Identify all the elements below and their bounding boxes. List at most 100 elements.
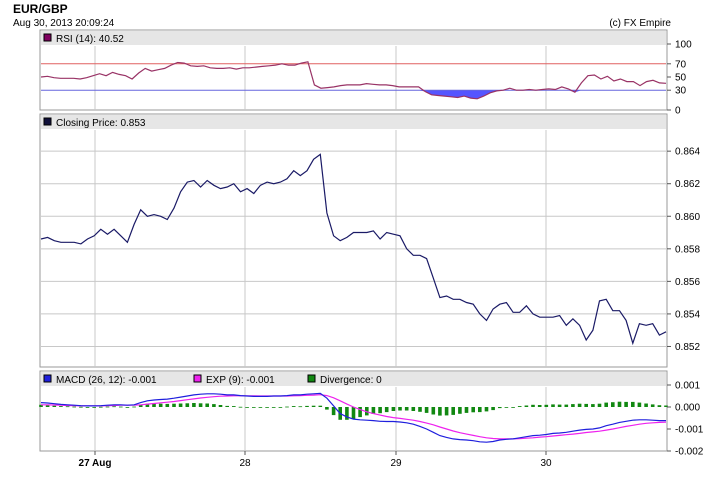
divergence-bar [192,403,196,407]
divergence-bar [584,403,588,407]
divergence-bar [291,406,296,407]
divergence-bar [458,407,462,414]
divergence-bar [79,406,83,408]
macd-tick-label: -0.001 [675,425,704,436]
divergence-bar [551,404,555,407]
divergence-bar [92,407,96,408]
divergence-bar [99,406,103,408]
macd-tick-label: -0.002 [675,447,704,458]
divergence-legend-label: Divergence: 0 [320,375,382,386]
divergence-bar [438,407,442,416]
rsi-panel: RSI (14): 40.52 100 70 50 30 0 [39,29,692,117]
divergence-legend-swatch [307,374,316,383]
rsi-legend-label: RSI (14): 40.52 [56,34,124,45]
rsi-tick-label: 0 [675,106,681,117]
divergence-bar [537,405,542,407]
divergence-bar [132,406,136,408]
divergence-bar [325,407,329,410]
x-tick-label: 28 [239,458,251,469]
rsi-tick-label: 100 [675,40,692,51]
divergence-bar [125,407,130,408]
divergence-bar [604,402,608,407]
price-tick-label: 0.852 [675,342,700,353]
x-tick-label: 30 [540,458,552,469]
divergence-bar [544,404,549,407]
divergence-bar [72,406,76,408]
divergence-bar [225,405,229,407]
divergence-bar [318,405,323,407]
divergence-bar [404,407,409,411]
divergence-bar [112,406,116,408]
divergence-bar [158,403,163,407]
macd-y-ticks: 0.001 0.000 -0.001 -0.002 [667,381,704,458]
divergence-bar [657,405,662,407]
divergence-bar [311,405,316,407]
divergence-bar [198,403,203,407]
divergence-bar [484,407,489,412]
rsi-y-ticks: 100 70 50 30 0 [667,40,692,117]
chart-title: EUR/GBP [13,2,68,16]
macd-tick-label: 0.001 [675,381,700,392]
divergence-bar [212,404,216,407]
divergence-bar [491,407,495,411]
price-panel: Closing Price: 0.853 0.864 0.862 0.860 0.85… [39,113,700,368]
x-tick-label: 27 Aug [79,458,112,469]
divergence-bar [398,407,402,411]
divergence-bar [644,403,648,407]
price-legend-swatch [43,117,52,126]
divergence-bar [591,404,595,407]
divergence-bar [498,407,502,409]
divergence-bar [557,404,562,407]
divergence-bar [624,401,628,407]
divergence-bar [258,407,263,408]
divergence-bar [471,407,475,413]
divergence-bar [597,403,602,407]
divergence-bar [265,407,269,408]
divergence-bar [564,404,569,407]
divergence-bar [424,407,429,413]
divergence-bar [384,407,389,413]
divergence-bar [238,406,243,408]
divergence-bar [617,401,622,407]
divergence-bar [245,407,249,408]
divergence-bar [631,401,635,407]
divergence-bar [511,407,515,408]
divergence-bar [431,407,436,415]
divergence-bar [478,407,482,413]
macd-legend-swatch [43,374,52,383]
price-tick-label: 0.864 [675,147,700,158]
divergence-bar [391,407,396,411]
x-tick-label: 29 [390,458,402,469]
divergence-bar [298,406,303,408]
divergence-bar [205,403,209,407]
divergence-bar [65,406,70,408]
x-axis: 27 Aug 28 29 30 [79,451,552,469]
divergence-bar [464,407,469,413]
divergence-bar [571,404,575,407]
divergence-bar [172,403,176,407]
divergence-bar [45,405,50,407]
divergence-bar [165,403,170,407]
exp-legend-swatch [193,374,202,383]
rsi-panel-header [41,31,666,45]
divergence-bar [185,403,190,407]
divergence-bar [524,405,529,407]
divergence-bar [411,407,416,411]
divergence-bar [351,407,356,420]
divergence-bar [218,405,223,407]
rsi-tick-label: 30 [675,86,687,97]
price-legend-label: Closing Price: 0.853 [56,118,146,129]
rsi-legend-swatch [43,33,52,42]
price-panel-frame [39,113,668,368]
divergence-bar [285,406,289,408]
divergence-bar [52,405,57,407]
divergence-bar [119,406,123,408]
divergence-bar [271,407,276,408]
divergence-bar [650,404,655,407]
divergence-bar [178,403,183,407]
forex-chart: EUR/GBP Aug 30, 2013 20:09:24 (c) FX Emp… [13,2,704,469]
divergence-bar [105,406,110,408]
exp-legend-label: EXP (9): -0.001 [206,375,275,386]
price-tick-label: 0.860 [675,212,700,223]
divergence-bar [418,407,422,412]
